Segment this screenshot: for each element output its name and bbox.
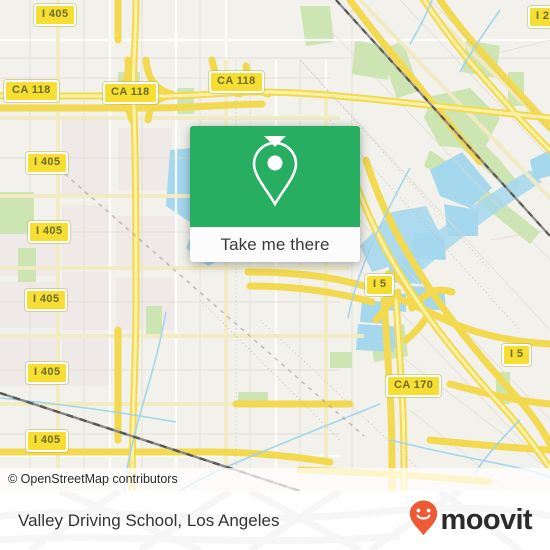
highway-shield: CA 118 (209, 71, 264, 93)
highway-shield: I 5 (365, 274, 395, 296)
popup-tail (264, 136, 286, 147)
take-me-there-button[interactable]: Take me there (190, 227, 360, 262)
map-attribution: © OpenStreetMap contributors (0, 468, 550, 491)
highway-shield: I 405 (26, 430, 69, 452)
map-pin-icon (247, 138, 303, 215)
highway-shield: I 405 (34, 4, 77, 26)
highway-shield: CA 118 (103, 82, 158, 104)
bottom-bar: Valley Driving School, Los Angeles moovi… (0, 491, 550, 550)
highway-shield: I 405 (28, 221, 71, 243)
highway-shield: CA 118 (4, 80, 59, 102)
moovit-smiley-pin-icon (409, 500, 438, 541)
moovit-map-screenshot: I 405 CA 118 CA 118 CA 118 I 2 I 405 I 405 I 40… (0, 0, 550, 550)
moovit-logo[interactable]: moovit (409, 491, 533, 550)
location-caption: Valley Driving School, Los Angeles (18, 510, 280, 530)
moovit-wordmark: moovit (440, 504, 533, 536)
highway-shield: I 5 (502, 344, 532, 366)
highway-shield: I 405 (26, 362, 69, 384)
highway-shield: CA 170 (386, 375, 442, 397)
highway-shield: I 2 (528, 6, 550, 28)
highway-shield: I 405 (26, 152, 69, 174)
highway-shield: I 405 (25, 289, 68, 311)
